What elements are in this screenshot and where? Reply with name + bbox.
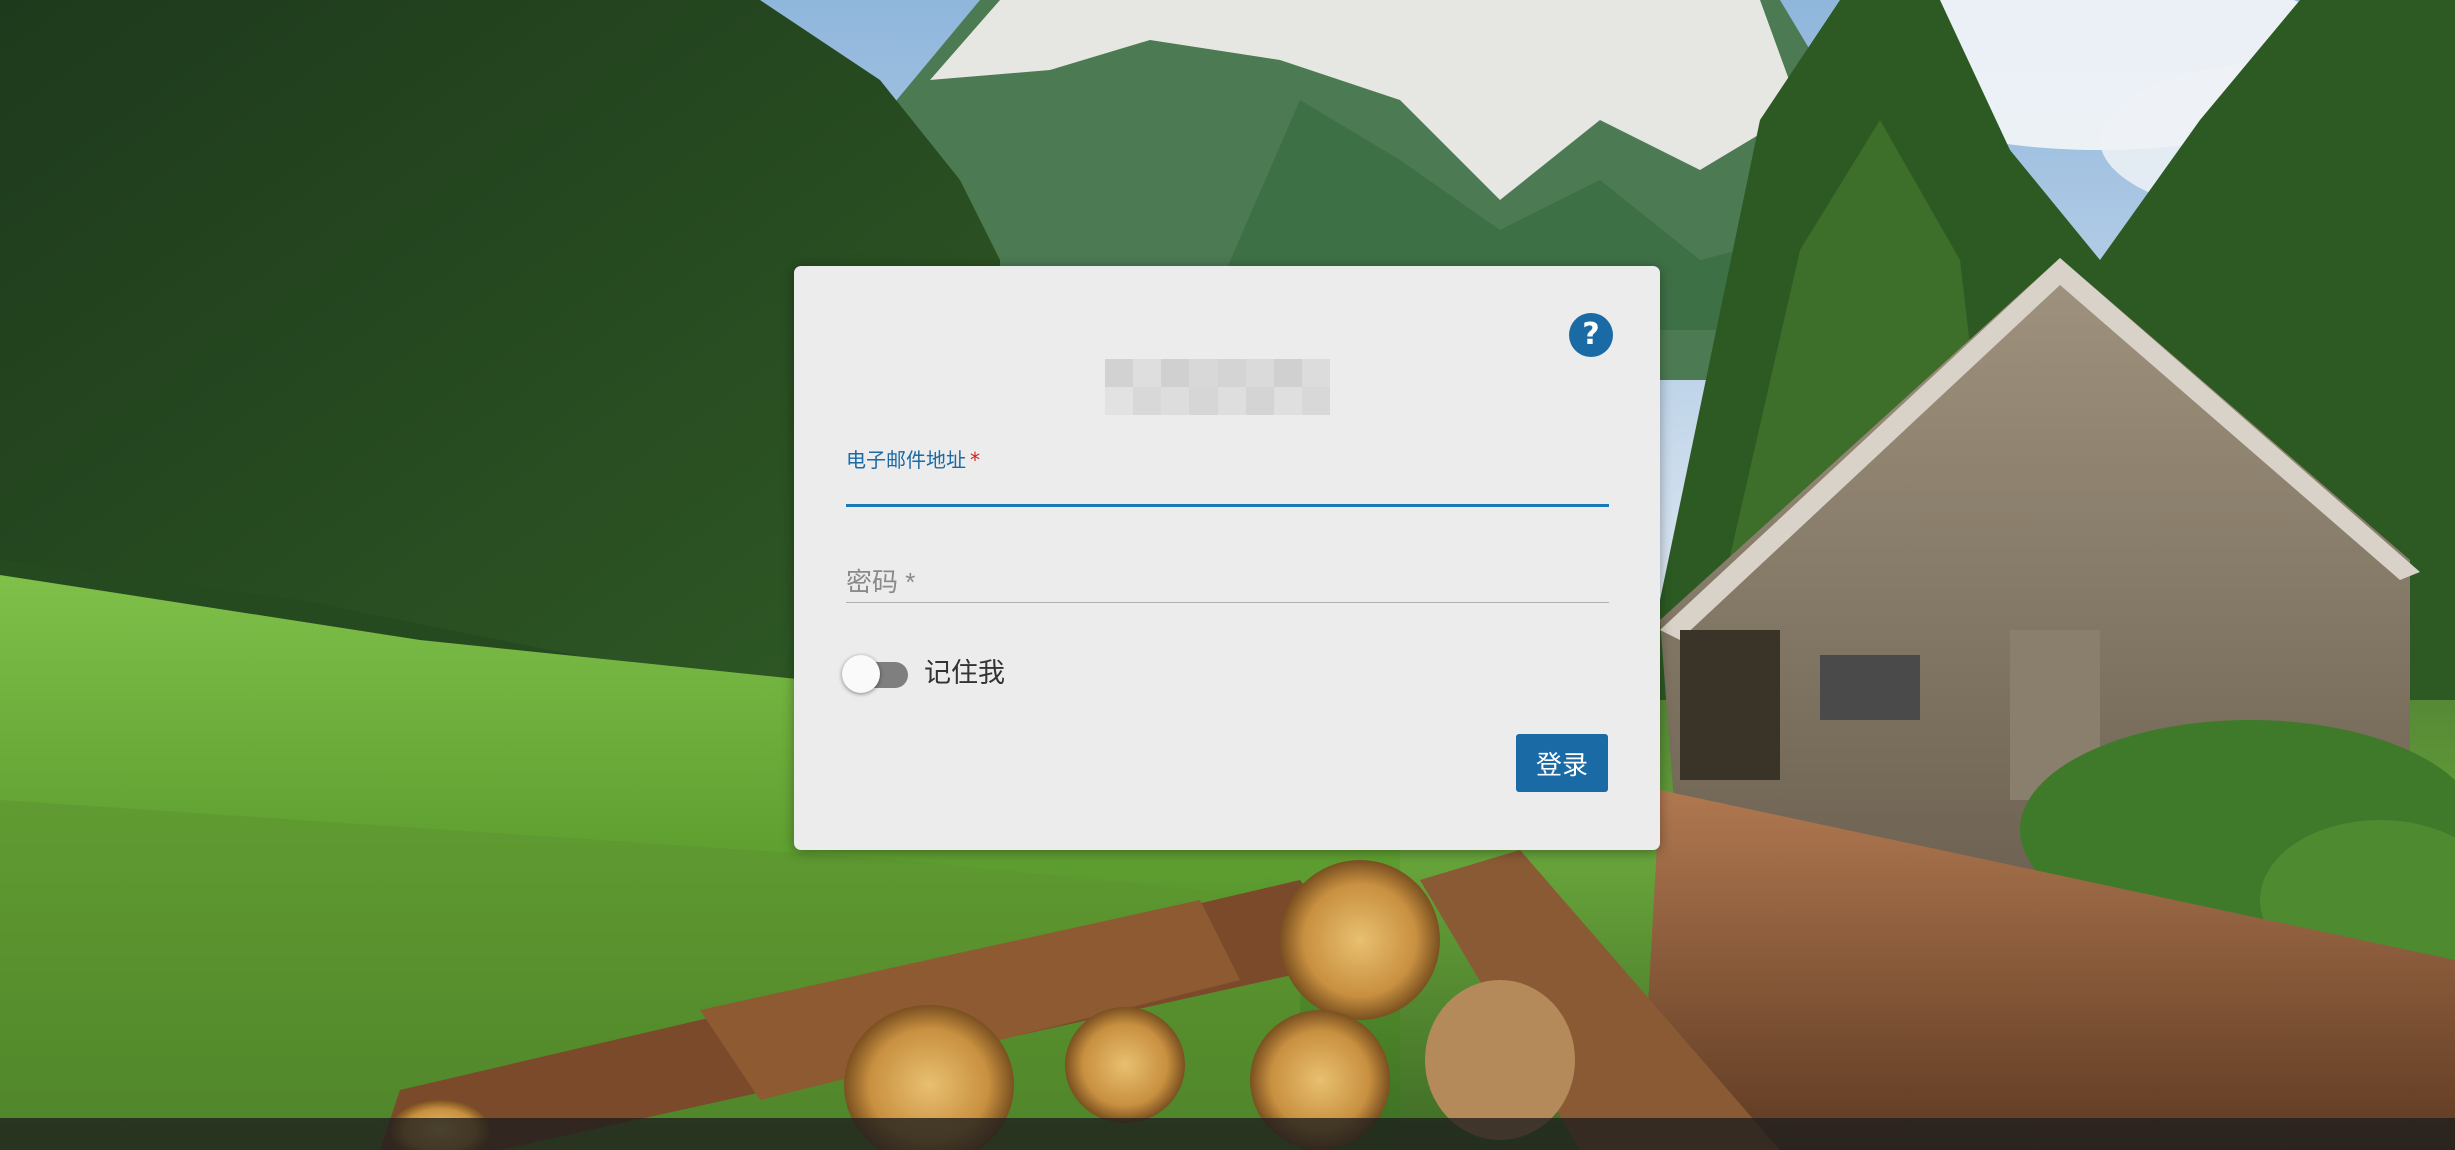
login-button[interactable]: 登录 [1516,734,1608,792]
help-button[interactable]: ? [1569,313,1613,357]
bottom-bar [0,1118,2455,1150]
password-field[interactable] [846,562,1609,603]
login-card: ? 电子邮件地址 * 记住我 登录 [794,266,1660,850]
remember-me-label: 记住我 [924,657,1005,689]
remember-me-toggle[interactable] [842,650,908,693]
email-field[interactable] [846,468,1609,507]
toggle-knob [842,655,880,693]
remember-me-row: 记住我 [842,650,1005,693]
logo-blurred [1105,359,1330,415]
help-icon: ? [1582,317,1600,352]
